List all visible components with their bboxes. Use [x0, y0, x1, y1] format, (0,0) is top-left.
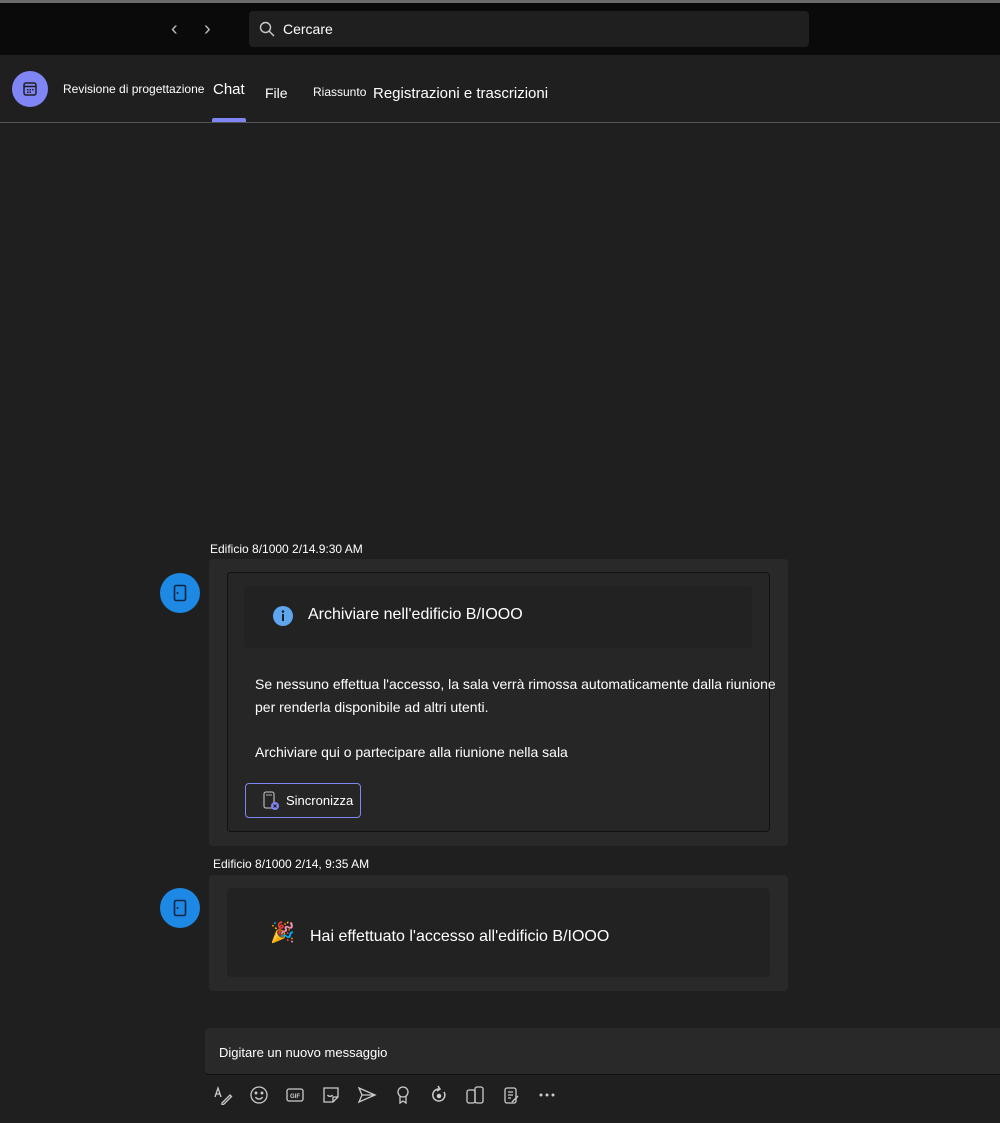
loop-icon[interactable] [428, 1084, 449, 1105]
calendar-icon [12, 71, 48, 107]
party-popper-icon: 🎉 [270, 922, 295, 944]
message-input[interactable]: Digitare un nuovo messaggio [205, 1028, 1000, 1075]
praise-icon[interactable] [392, 1084, 413, 1105]
sync-button[interactable]: Sincronizza [245, 783, 361, 818]
sync-button-label: Sincronizza [286, 793, 354, 808]
message-placeholder: Digitare un nuovo messaggio [219, 1045, 388, 1060]
tab-file[interactable]: File [265, 85, 288, 101]
apps-icon[interactable] [464, 1084, 485, 1105]
emoji-icon[interactable] [248, 1084, 269, 1105]
room-avatar [160, 888, 200, 928]
svg-text:GIF: GIF [290, 1094, 300, 1100]
tab-summary[interactable]: Riassunto [313, 85, 366, 99]
message-timestamp: Edificio 8/1000 2/14, 9:35 AM [213, 857, 370, 871]
more-icon[interactable] [536, 1084, 557, 1105]
tab-recordings[interactable]: Registrazioni e trascrizioni [373, 85, 548, 102]
forward-icon[interactable]: › [204, 18, 211, 41]
notes-icon[interactable] [500, 1084, 521, 1105]
gif-icon[interactable]: GIF [284, 1084, 305, 1105]
card-title: Archiviare nell'edificio B/IOOO [308, 606, 523, 623]
info-icon [273, 606, 293, 626]
sticker-icon[interactable] [320, 1084, 341, 1105]
door-icon [173, 899, 187, 917]
meeting-title: Revisione di progettazione [63, 82, 205, 96]
back-icon[interactable]: ‹ [171, 18, 178, 41]
message-timestamp: Edificio 8/1000 2/14.9:30 AM [210, 542, 363, 556]
room-avatar [160, 573, 200, 613]
card-body-line2: per renderla disponibile ad altri utenti… [255, 699, 489, 715]
door-icon [173, 584, 187, 602]
checkin-confirmation: Hai effettuato l'accesso all'edificio B/… [310, 928, 610, 945]
search-input[interactable]: Cercare [249, 11, 809, 47]
compose-toolbar: GIF [212, 1084, 557, 1105]
active-tab-indicator [212, 118, 246, 122]
search-placeholder: Cercare [283, 21, 333, 37]
format-icon[interactable] [212, 1084, 233, 1105]
tab-chat[interactable]: Chat [213, 81, 245, 98]
card-prompt: Archiviare qui o partecipare alla riunio… [255, 744, 568, 760]
top-bar: ‹ › Cercare [0, 0, 1000, 55]
search-icon [259, 21, 275, 37]
send-schedule-icon[interactable] [356, 1084, 377, 1105]
device-sync-icon [263, 790, 279, 810]
meeting-header: Revisione di progettazione Chat File Ria… [0, 55, 1000, 123]
card-body-line1: Se nessuno effettua l'accesso, la sala v… [255, 676, 776, 692]
